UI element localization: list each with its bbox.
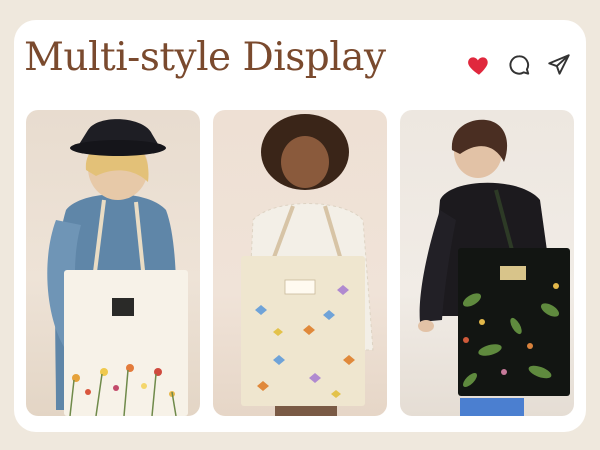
tote-photo-wildflower [26,110,200,416]
paper-plane-icon[interactable] [546,52,572,78]
heart-icon[interactable] [466,52,492,78]
tote-photo-butterfly [213,110,387,416]
speech-bubble-icon[interactable] [506,52,532,78]
page-title: Multi-style Display [24,35,386,80]
tote-photo-botanical [400,110,574,416]
post-actions [466,52,572,78]
